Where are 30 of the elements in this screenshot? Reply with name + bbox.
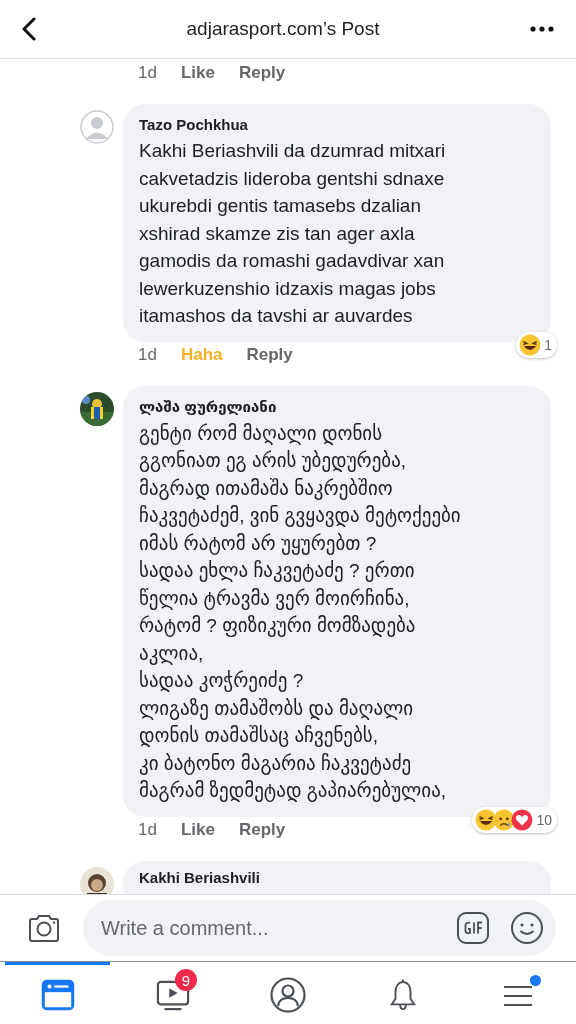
back-icon[interactable] [22,17,36,41]
emoji-icon[interactable] [510,911,544,945]
reply-link[interactable]: Reply [238,819,286,840]
reaction-summary[interactable]: 1 [516,331,557,358]
comment-text: გენტი რომ მაღალი დონის გგონიათ ეგ არის უბედურება, მაგრად ითამაშა ნაკრებშიო ჩაკვეტაძემ, ვინ გვყავდა მეტოქეები იმას რატომ არ უყურებთ ? სადაა ეხლა ჩაკვეტაძე ? ერთი წელია ტრავმა ვერ მოირჩინა, რატომ ? ფიზიკური მომზადება აკლია, სადაა კოჭრეიძე ? ლიგაზე თამაშობს და მაღალი დონის თამაშსაც აჩვენებს, კი ბატონო მაგარია ჩაკვეტაძე მაგრამ ზედმეტად გაპიარებულია, [139,421,462,804]
comment-time: 1d [138,819,157,840]
gif-icon[interactable] [456,911,490,945]
reaction-link[interactable]: Like [180,819,215,840]
author-name[interactable]: Kakhi Beriashvili [139,868,535,886]
news-feed-icon [40,978,75,1011]
more-icon[interactable] [530,26,554,32]
comment-text: Kakhi Beriashvili da dzumrad mitxari cakvetadzis lideroba gentshi sdnaxe ukurebdi gentis tamasebs dzalian xshirad skamze zis tan ager axla gamodis da romashi gadavdivar xan lewerkuzenshio idzaxis magas jobs itamashos da tavshi ar auvardes [139,139,447,328]
author-name[interactable]: Tazo Pochkhua [139,116,535,133]
author-name[interactable]: ლაშა ფურელიანი [139,397,535,416]
post-title: adjarasport.com’s Post [185,18,381,40]
laughing-face-icon [519,333,542,356]
notification-badge: 9 [174,969,197,991]
comment-field[interactable]: Write a comment... [83,900,556,956]
reply-link[interactable]: Reply [238,63,286,83]
laughing-face-icon [475,808,498,831]
sad-face-icon [493,808,516,831]
camera-icon[interactable] [27,913,61,943]
comment-time: 1d [138,344,157,365]
reply-link[interactable]: Reply [246,344,293,365]
profile-icon [270,976,306,1013]
video-icon [155,978,190,1011]
reaction-summary[interactable]: 10 [472,806,557,833]
comment-time: 1d [138,63,157,83]
reaction-link[interactable]: Like [180,63,215,83]
tab[interactable]: 9 [120,962,226,1024]
